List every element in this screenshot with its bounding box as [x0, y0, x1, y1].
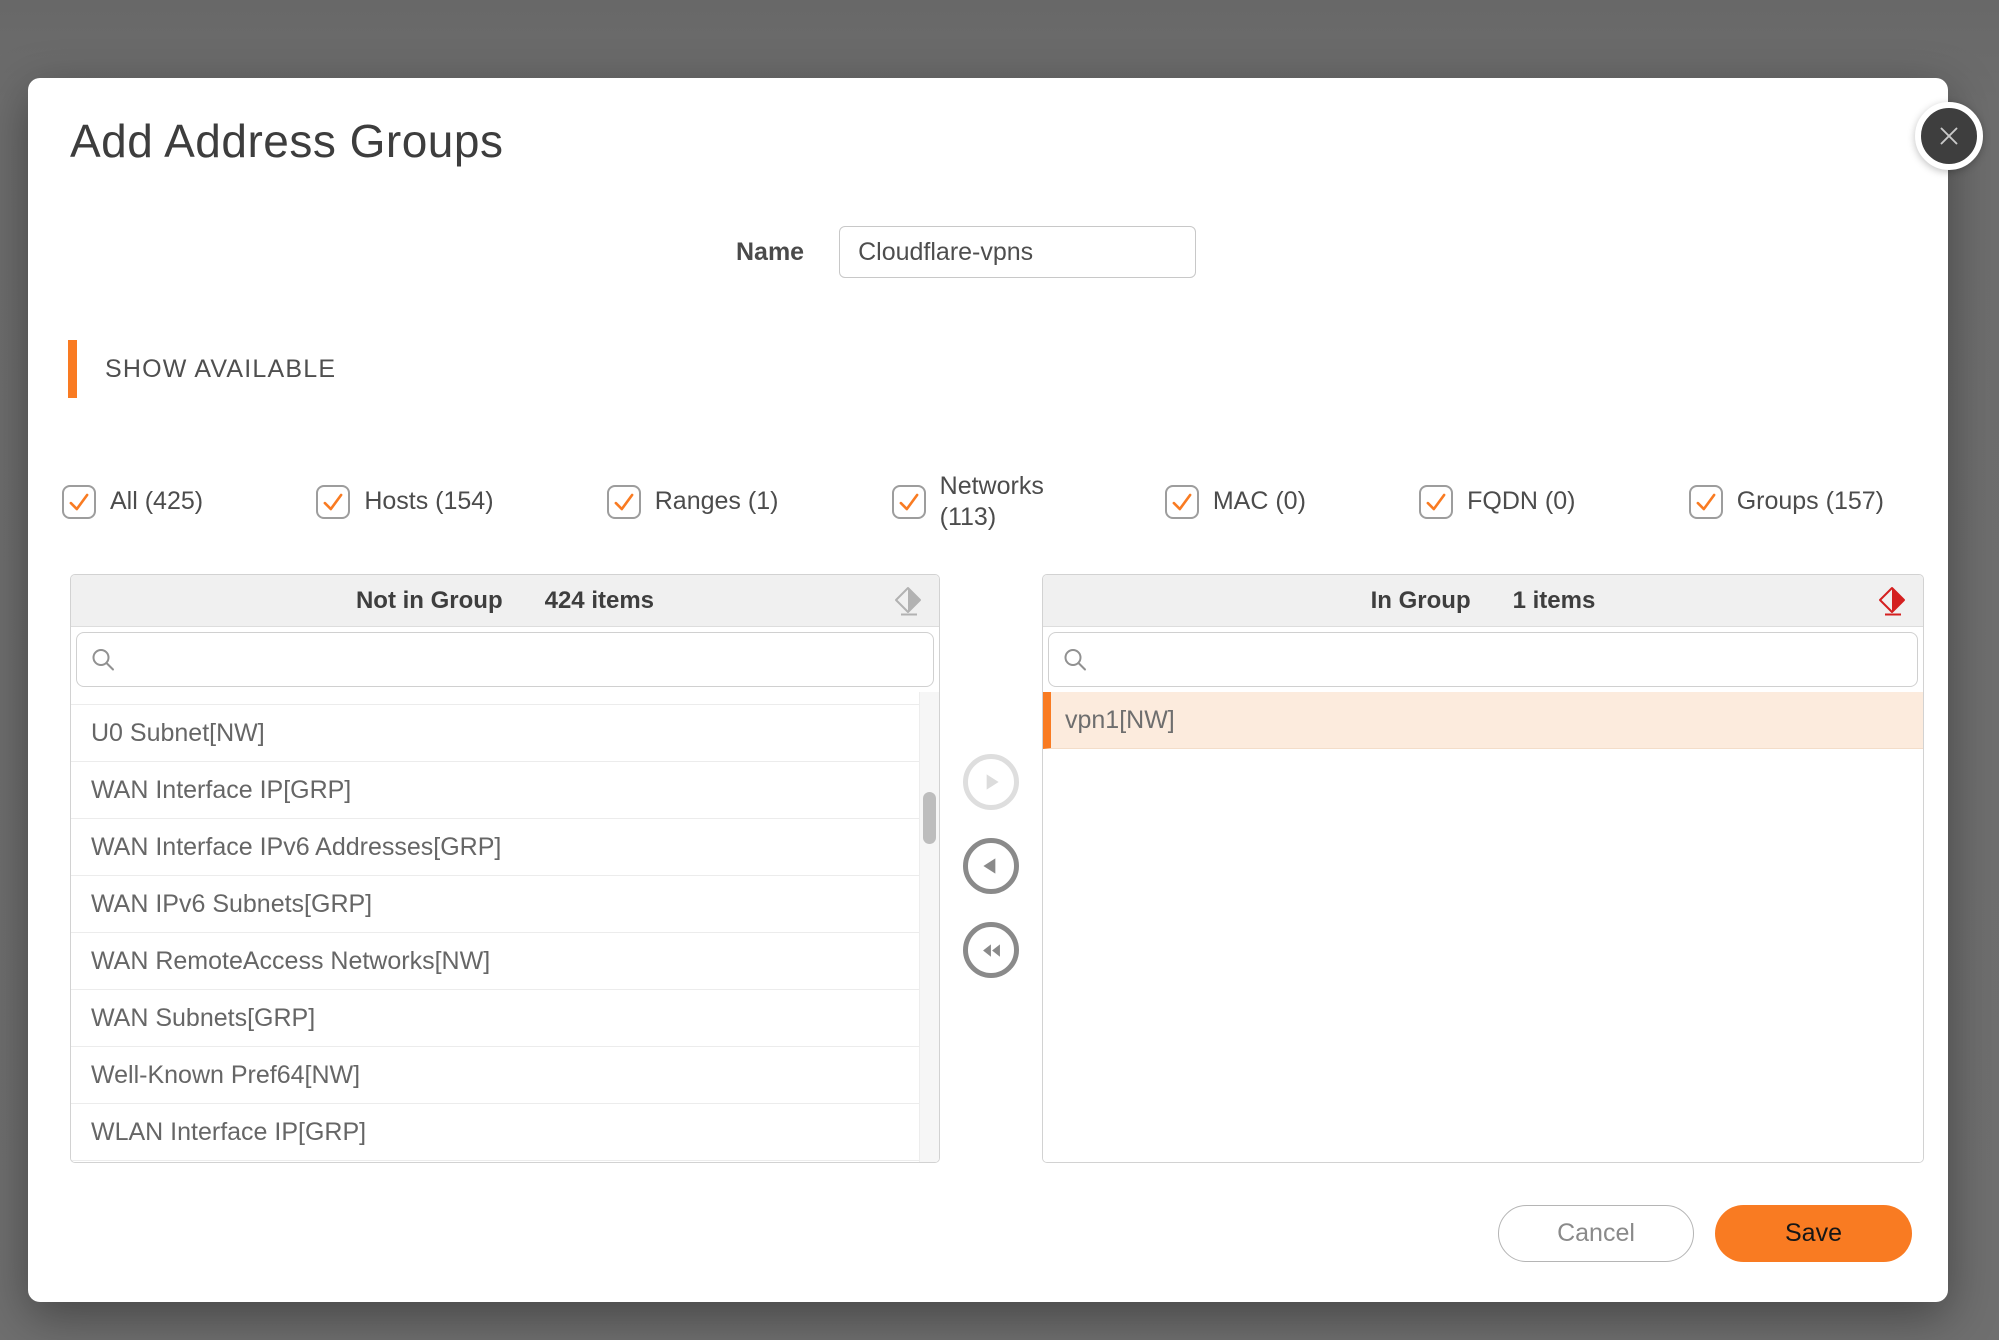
checkmark-icon: [899, 493, 919, 511]
section-title: SHOW AVAILABLE: [105, 354, 337, 383]
checkbox[interactable]: [1419, 485, 1454, 519]
save-button[interactable]: Save: [1715, 1205, 1912, 1262]
show-available-section: SHOW AVAILABLE: [68, 340, 336, 398]
in-group-panel: In Group 1 items vpn1[NW]: [1042, 574, 1924, 1163]
scrollbar-track[interactable]: [919, 692, 939, 1162]
filter-label: All (425): [110, 487, 204, 516]
arrow-left-icon: [983, 858, 996, 874]
clear-in-group-button[interactable]: [1877, 586, 1907, 616]
filter-checkbox-item[interactable]: Groups (157): [1688, 485, 1884, 519]
filter-label: Hosts (154): [364, 487, 494, 516]
list-item[interactable]: WAN Subnets[GRP]: [71, 990, 939, 1047]
search-icon: [1062, 646, 1089, 673]
in-group-count: 1 items: [1512, 586, 1596, 614]
list-item[interactable]: vpn1[NW]: [1043, 692, 1923, 749]
section-accent-bar: [68, 340, 77, 398]
not-in-group-title: Not in Group: [355, 586, 503, 614]
in-group-search-input[interactable]: [1048, 632, 1918, 687]
checkmark-icon: [1426, 493, 1446, 511]
list-item-label: WAN Subnets[GRP]: [91, 1003, 316, 1032]
move-all-left-button[interactable]: [963, 922, 1019, 978]
filter-label: MAC (0): [1212, 487, 1306, 516]
arrow-right-icon: [986, 774, 999, 790]
list-item[interactable]: WAN Interface IP[GRP]: [71, 762, 939, 819]
name-label: Name: [736, 237, 805, 266]
not-in-group-panel: Not in Group 424 items U0 Subnet[NW] WAN…: [70, 574, 940, 1163]
list-item-label: vpn1[NW]: [1065, 705, 1175, 734]
filter-label: Groups (157): [1736, 487, 1884, 516]
list-item[interactable]: WAN IPv6 Subnets[GRP]: [71, 876, 939, 933]
double-arrow-left-icon: [982, 943, 1000, 957]
search-icon: [90, 646, 117, 673]
checkmark-icon: [1172, 493, 1192, 511]
list-item-label: WAN RemoteAccess Networks[NW]: [91, 946, 491, 975]
transfer-controls: [940, 574, 1042, 1163]
in-group-list: vpn1[NW]: [1043, 692, 1923, 1162]
right-search: [1048, 632, 1918, 687]
not-in-group-list: U0 Subnet[NW] WAN Interface IP[GRP] WAN …: [71, 692, 939, 1162]
not-in-group-count: 424 items: [544, 586, 655, 614]
left-search: [76, 632, 934, 687]
move-left-button[interactable]: [963, 838, 1019, 894]
list-item-label: U0 Subnet[NW]: [91, 718, 265, 747]
name-input[interactable]: [839, 226, 1197, 278]
scrollbar-thumb[interactable]: [923, 792, 936, 844]
list-item-label: WLAN Interface IP[GRP]: [91, 1117, 367, 1146]
transfer-panels: Not in Group 424 items U0 Subnet[NW] WAN…: [70, 574, 1924, 1163]
checkbox[interactable]: [62, 485, 96, 519]
list-item[interactable]: WLAN Interface IP[GRP]: [71, 1104, 939, 1161]
not-in-group-header: Not in Group 424 items: [71, 575, 939, 627]
list-item[interactable]: WAN Interface IPv6 Addresses[GRP]: [71, 819, 939, 876]
filter-label: Networks (113): [939, 471, 1044, 531]
checkmark-icon: [323, 493, 343, 511]
eraser-icon: [895, 586, 921, 615]
in-group-header: In Group 1 items: [1043, 575, 1923, 627]
checkbox[interactable]: [606, 485, 641, 519]
checkmark-icon: [614, 493, 634, 511]
not-in-group-search-input[interactable]: [76, 632, 934, 687]
filter-label: Ranges (1): [654, 487, 779, 516]
checkbox[interactable]: [1688, 485, 1723, 519]
eraser-icon: [1879, 586, 1905, 615]
list-item[interactable]: WAN RemoteAccess Networks[NW]: [71, 933, 939, 990]
move-right-button[interactable]: [963, 754, 1019, 810]
filter-checkbox-item[interactable]: Networks (113): [891, 471, 1052, 534]
filter-checkbox-item[interactable]: Ranges (1): [606, 485, 779, 519]
checkbox[interactable]: [1164, 485, 1199, 519]
checkmark-icon: [69, 493, 89, 511]
list-item-label: WAN Interface IP[GRP]: [91, 775, 352, 804]
filter-checkbox-item[interactable]: MAC (0): [1164, 485, 1306, 519]
add-address-groups-dialog: Add Address Groups Name SHOW AVAILABLE A…: [28, 78, 1983, 1302]
filter-checkbox-item[interactable]: All (425): [62, 485, 203, 519]
checkmark-icon: [1696, 493, 1716, 511]
checkbox[interactable]: [316, 485, 351, 519]
checkbox[interactable]: [891, 485, 926, 519]
name-field-row: Name: [736, 226, 1197, 278]
filter-label: FQDN (0): [1467, 487, 1576, 516]
list-item-label: Well-Known Pref64[NW]: [91, 1060, 361, 1089]
cut-off-row: [71, 692, 939, 705]
cancel-button[interactable]: Cancel: [1498, 1205, 1694, 1262]
list-item[interactable]: Well-Known Pref64[NW]: [71, 1047, 939, 1104]
close-button[interactable]: [1915, 102, 1983, 170]
in-group-title: In Group: [1370, 586, 1471, 614]
page-title: Add Address Groups: [70, 115, 504, 167]
list-item-label: WAN Interface IPv6 Addresses[GRP]: [91, 832, 502, 861]
list-item[interactable]: U0 Subnet[NW]: [71, 705, 939, 762]
list-item-label: WAN IPv6 Subnets[GRP]: [91, 889, 373, 918]
filter-row: All (425) Hosts (154) Ranges (1) Network…: [62, 450, 1884, 554]
filter-checkbox-item[interactable]: Hosts (154): [316, 485, 494, 519]
close-icon: [1940, 127, 1958, 145]
clear-left-selection-button[interactable]: [893, 586, 923, 616]
filter-checkbox-item[interactable]: FQDN (0): [1419, 485, 1575, 519]
